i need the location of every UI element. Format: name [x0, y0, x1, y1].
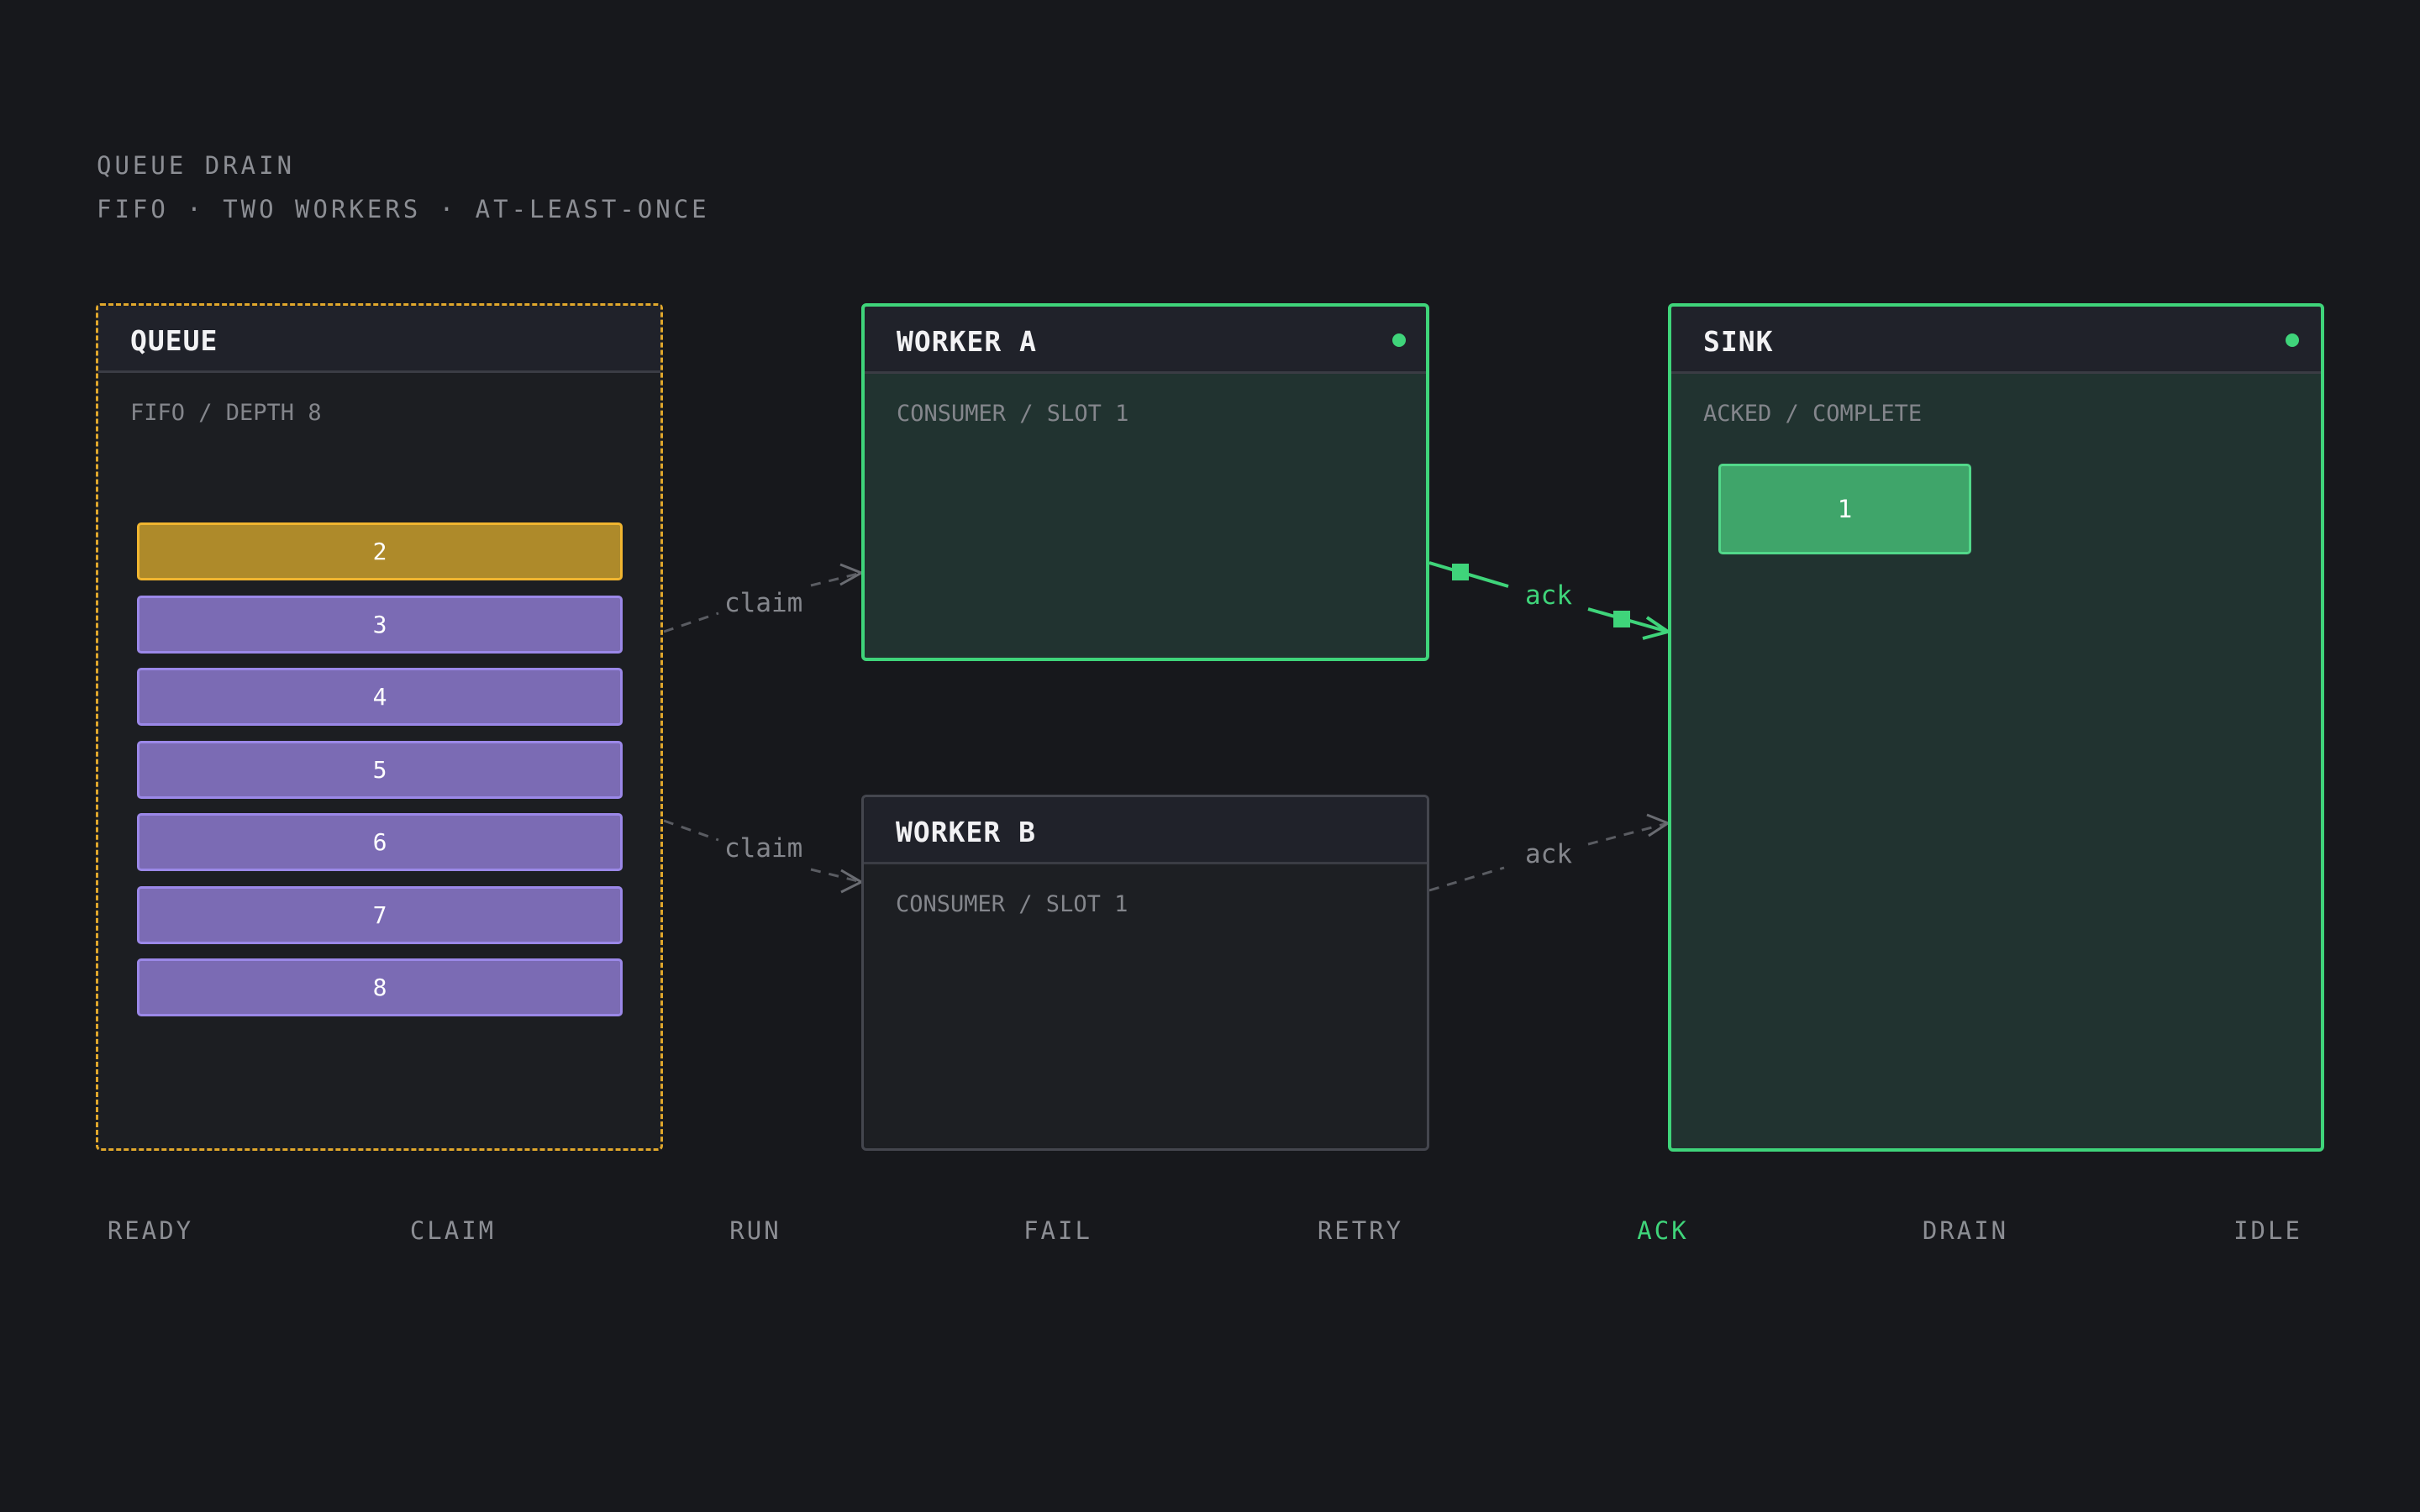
worker-b-panel: WORKER B CONSUMER / SLOT 1: [861, 795, 1429, 1151]
sink-header: SINK: [1671, 307, 2321, 374]
step-ready[interactable]: READY: [108, 1216, 193, 1245]
edge-worker-b-to-sink-arrowhead: [1646, 813, 1671, 837]
queue-job[interactable]: 6: [137, 813, 623, 871]
worker-b-subtitle: CONSUMER / SLOT 1: [896, 891, 1128, 917]
sink-status-dot: [2286, 333, 2299, 347]
queue-panel: QUEUE FIFO / DEPTH 8 2 3 4 5 6 7 8: [96, 303, 663, 1151]
sink-subtitle: ACKED / COMPLETE: [1703, 401, 1923, 427]
queue-title: QUEUE: [130, 324, 218, 357]
queue-job[interactable]: 8: [137, 958, 623, 1016]
queue-job[interactable]: 7: [137, 886, 623, 944]
sink-panel: SINK ACKED / COMPLETE 1: [1668, 303, 2324, 1152]
sink-title: SINK: [1703, 325, 1774, 358]
ack-packet: [1452, 564, 1469, 580]
edge-label-claim-a: claim: [724, 588, 803, 618]
worker-a-title: WORKER A: [897, 325, 1037, 358]
step-drain[interactable]: DRAIN: [1923, 1216, 2008, 1245]
worker-a-panel: WORKER A CONSUMER / SLOT 1: [861, 303, 1429, 661]
step-retry[interactable]: RETRY: [1318, 1216, 1403, 1245]
step-run[interactable]: RUN: [729, 1216, 781, 1245]
sink-job[interactable]: 1: [1718, 464, 1971, 554]
step-claim[interactable]: CLAIM: [410, 1216, 496, 1245]
worker-a-status-dot: [1392, 333, 1406, 347]
edge-label-claim-b: claim: [724, 833, 803, 864]
step-ack[interactable]: ACK: [1637, 1216, 1688, 1245]
queue-header: QUEUE: [98, 306, 660, 373]
step-fail[interactable]: FAIL: [1023, 1216, 1092, 1245]
queue-job[interactable]: 5: [137, 741, 623, 799]
queue-subtitle: FIFO / DEPTH 8: [130, 400, 322, 426]
worker-b-header: WORKER B: [864, 797, 1427, 864]
edge-label-ack-a: ack: [1525, 580, 1572, 611]
queue-job-active[interactable]: 2: [137, 522, 623, 580]
worker-a-header: WORKER A: [865, 307, 1426, 374]
worker-b-title: WORKER B: [896, 816, 1036, 848]
edge-label-ack-b: ack: [1525, 839, 1572, 869]
ack-packet: [1613, 611, 1630, 627]
queue-job[interactable]: 3: [137, 596, 623, 654]
step-idle[interactable]: IDLE: [2233, 1216, 2302, 1245]
worker-a-subtitle: CONSUMER / SLOT 1: [897, 401, 1129, 427]
queue-job[interactable]: 4: [137, 668, 623, 726]
edge-queue-to-worker-b-arrowhead: [840, 869, 865, 894]
